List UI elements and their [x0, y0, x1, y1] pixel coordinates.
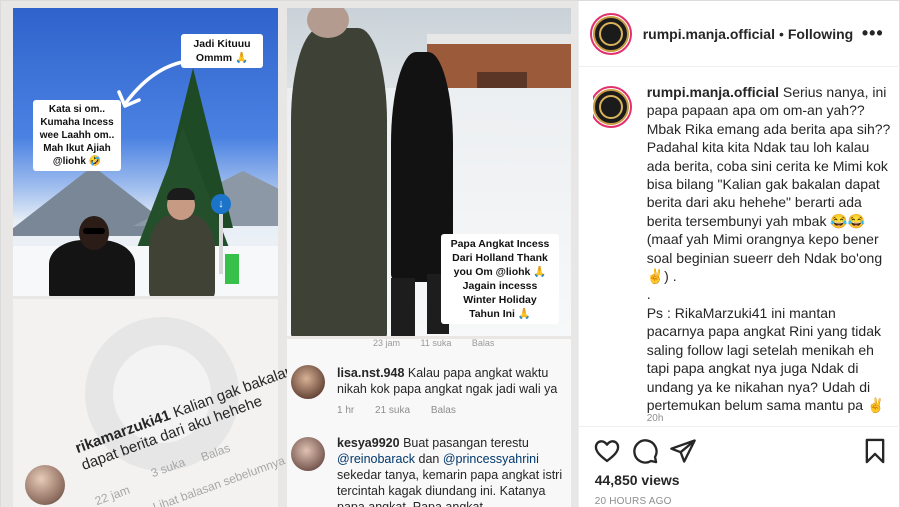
- comment-time: 23 jam: [373, 338, 401, 348]
- caption-body: Serius nanya, ini papa papaan apa om om-…: [646, 84, 891, 285]
- sign-pole: [219, 214, 223, 274]
- more-options-icon[interactable]: •••: [862, 23, 884, 44]
- profile-avatar[interactable]: [589, 12, 632, 55]
- roof-snow: [427, 34, 571, 44]
- commenter-avatar: [25, 465, 65, 505]
- share-paper-plane-icon[interactable]: [669, 437, 697, 465]
- caption-text: rumpi.manja.official Serius nanya, ini p…: [647, 83, 892, 414]
- story-caption-top: Jadi Kituuu Ommm 🙏: [181, 34, 263, 68]
- comment-likes: 11 suka: [420, 338, 452, 348]
- person-man: [149, 214, 215, 296]
- comment-text: dan: [418, 452, 440, 466]
- save-bookmark-icon[interactable]: [861, 437, 889, 465]
- comment-text: sekedar tanya, kemarin papa angkat istri…: [337, 468, 563, 507]
- boot: [391, 278, 415, 336]
- sunglasses: [83, 228, 105, 234]
- story-caption-right: Papa Angkat Incess Dari Holland Thank yo…: [441, 234, 559, 324]
- photo-snow-couple: ↓ Jadi Kituuu Ommm 🙏 Kata si om.. Kumaha…: [13, 8, 278, 296]
- story-ring: [592, 86, 632, 128]
- photo-walking-couple: Papa Angkat Incess Dari Holland Thank yo…: [287, 8, 571, 336]
- commenter-avatar: [291, 365, 325, 399]
- comment-mention: @princessyahrini: [442, 452, 539, 466]
- caption-time: 20h: [646, 413, 664, 423]
- caption-avatar[interactable]: [592, 86, 632, 128]
- sign-icon: ↓: [211, 194, 231, 214]
- comment-time: 1 hr: [337, 405, 355, 416]
- post-header: rumpi.manja.official • Following •••: [578, 1, 900, 67]
- beanie: [167, 188, 195, 200]
- comment-likes: 21 suka: [375, 405, 411, 416]
- instagram-post-view: ↓ Jadi Kituuu Ommm 🙏 Kata si om.. Kumaha…: [0, 0, 900, 507]
- comment-reply: Balas: [430, 405, 456, 416]
- story-ring: [589, 12, 632, 55]
- comment-meta-top: 23 jam 11 suka Balas: [373, 338, 512, 348]
- header-separator: •: [778, 25, 784, 42]
- caption-ps: Ps : RikaMarzuki41 ini mantan pacarnya p…: [646, 304, 885, 413]
- comment-item: kesya9920 Buat pasangan terestu @reinoba…: [337, 435, 573, 507]
- header-username[interactable]: rumpi.manja.official: [643, 26, 775, 42]
- comment-reply: Balas: [471, 338, 495, 348]
- arrow-icon: [117, 59, 190, 108]
- person-man: [291, 28, 387, 336]
- comment-item: lisa.nst.948 Kalau papa angkat waktu nik…: [337, 365, 573, 419]
- comment-mention: @reinobarack: [337, 452, 416, 466]
- caption-dot: .: [646, 286, 651, 303]
- caption-block: rumpi.manja.official Serius nanya, ini p…: [592, 83, 893, 423]
- caption-username[interactable]: rumpi.manja.official: [647, 84, 779, 100]
- action-bar: 44,850 views 20 HOURS AGO: [578, 426, 900, 507]
- following-button[interactable]: Following: [788, 26, 853, 42]
- post-timestamp: 20 HOURS AGO: [594, 496, 672, 507]
- comment-username: kesya9920: [337, 436, 400, 450]
- post-sidebar: rumpi.manja.official • Following ••• rum…: [578, 1, 900, 507]
- comment-username: lisa.nst.948: [337, 366, 405, 380]
- green-post: [225, 254, 239, 284]
- post-image[interactable]: ↓ Jadi Kituuu Ommm 🙏 Kata si om.. Kumaha…: [1, 1, 579, 507]
- comment-meta: 1 hr 21 suka Balas: [337, 403, 573, 419]
- views-count[interactable]: 44,850 views: [595, 472, 680, 488]
- comment-icon[interactable]: [631, 437, 659, 465]
- comment-text: Buat pasangan terestu: [403, 436, 529, 450]
- commenter-avatar: [291, 437, 325, 471]
- like-heart-icon[interactable]: [593, 437, 621, 465]
- story-caption-left: Kata si om.. Kumaha Incess wee Laahh om.…: [33, 100, 121, 171]
